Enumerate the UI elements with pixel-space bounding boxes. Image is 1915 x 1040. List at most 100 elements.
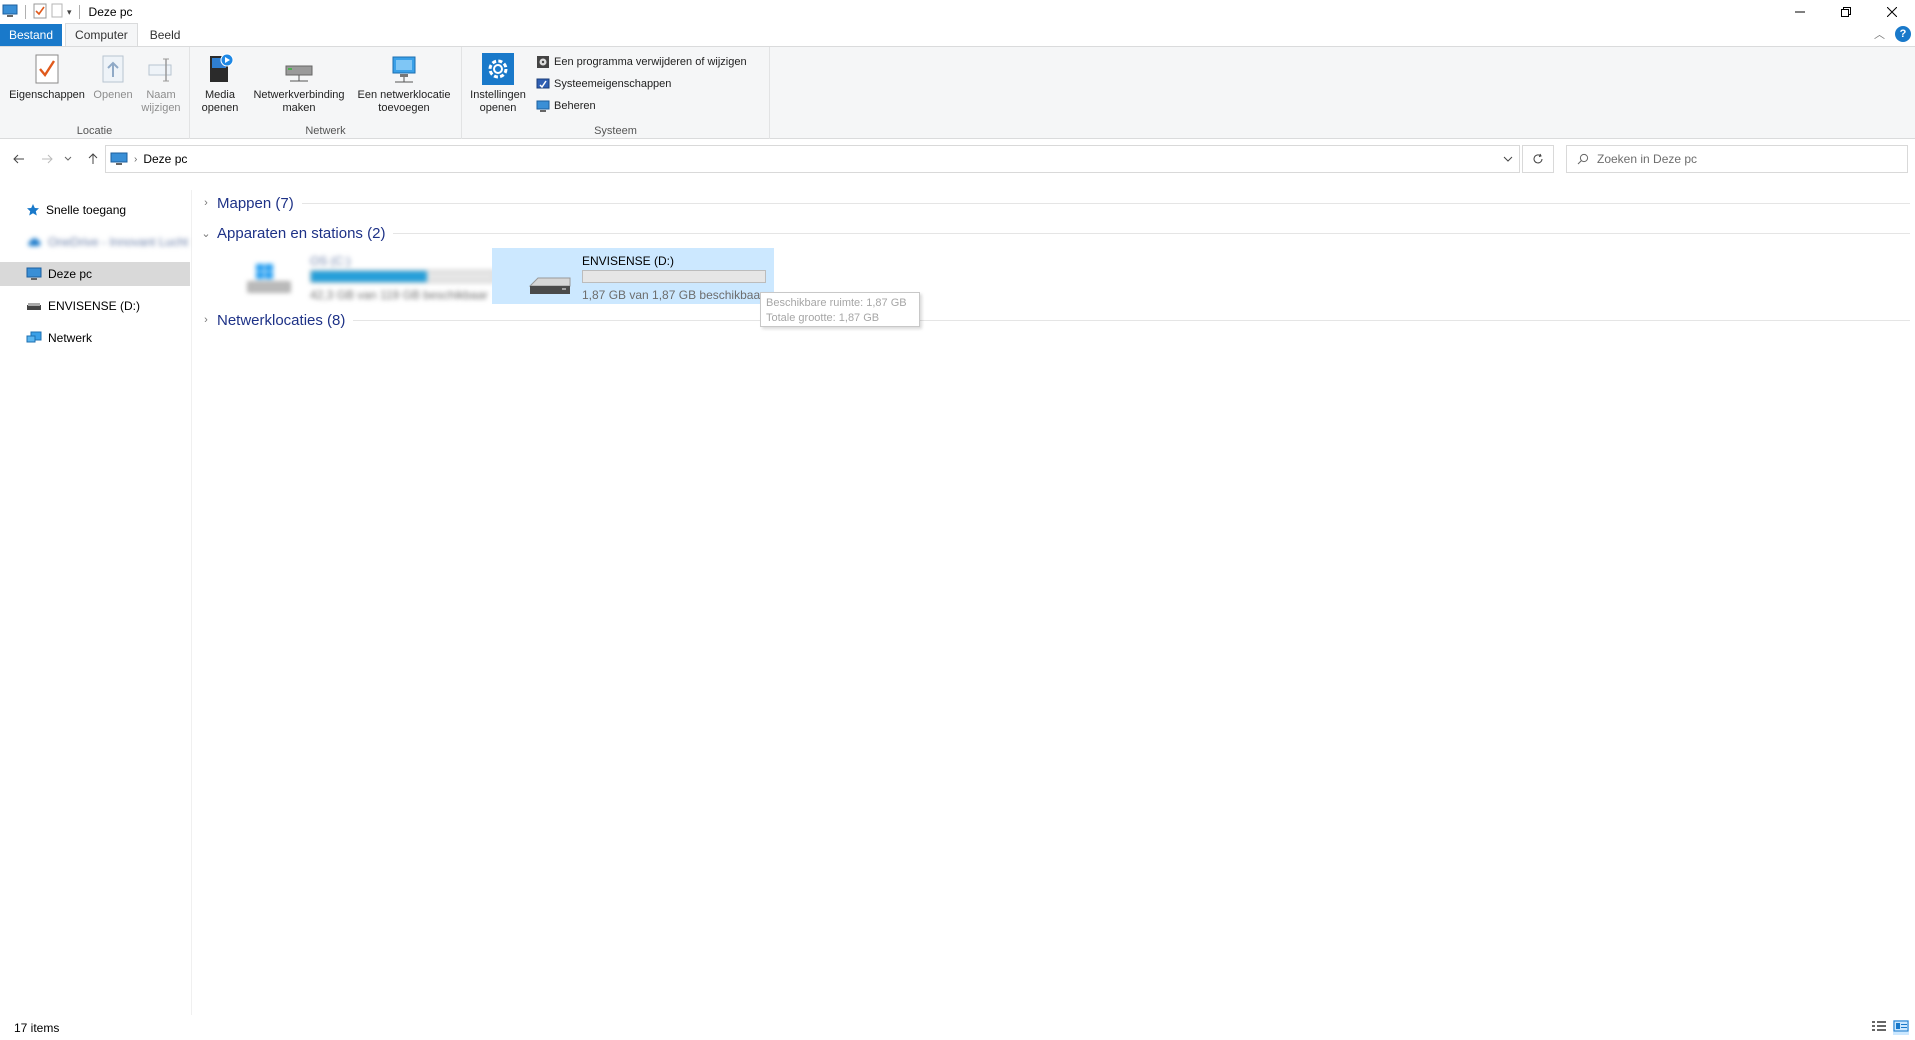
restore-icon <box>1841 7 1851 17</box>
instellingen-line2: openen <box>479 102 517 114</box>
up-arrow-icon <box>88 153 98 164</box>
media-server-icon <box>203 51 237 87</box>
drive-info: 1,87 GB van 1,87 GB beschikbaar <box>582 288 765 302</box>
chevron-right-icon[interactable]: › <box>198 197 214 209</box>
up-button[interactable] <box>83 149 103 169</box>
title-bar: ▾ Deze pc <box>0 0 1915 24</box>
drive-name: OS (C:) <box>310 254 351 268</box>
netwerkverbinding-line1: Netwerkverbinding <box>253 89 345 101</box>
chevron-down-icon <box>1503 156 1513 162</box>
tooltip-line2: Totale grootte: 1,87 GB <box>766 312 880 324</box>
section-title: Netwerklocaties (8) <box>217 311 346 329</box>
customize-qat-chevron-icon[interactable]: ▾ <box>67 7 72 18</box>
netwerklocatie-line2: toevoegen <box>378 102 430 114</box>
navigation-bar: › Deze pc <box>0 145 1915 173</box>
removable-drive-icon <box>528 277 571 294</box>
nav-item-deze-pc[interactable]: Deze pc <box>0 262 190 286</box>
naam-wijzigen-button[interactable]: Naam wijzigen <box>136 51 186 115</box>
section-title: Mappen (7) <box>217 194 294 212</box>
beheren-button[interactable]: Beheren <box>536 97 596 115</box>
chevron-down-icon <box>64 156 72 161</box>
openen-label: Openen <box>93 89 133 101</box>
systeemeigenschappen-button[interactable]: Systeemeigenschappen <box>536 75 671 93</box>
nav-item-snelle-toegang[interactable]: Snelle toegang <box>0 198 190 222</box>
netwerklocatie-line1: Een netwerklocatie <box>357 89 451 101</box>
new-folder-icon[interactable] <box>51 3 63 21</box>
refresh-button[interactable] <box>1522 145 1554 173</box>
minimize-button[interactable] <box>1777 0 1823 24</box>
media-openen-button[interactable]: Media openen <box>196 51 244 115</box>
chevron-down-icon[interactable]: ⌄ <box>198 227 214 240</box>
network-icon <box>26 331 42 343</box>
section-netwerklocaties[interactable]: › Netwerklocaties (8) <box>198 309 1910 331</box>
nav-item-netwerk[interactable]: Netwerk <box>0 326 190 350</box>
close-button[interactable] <box>1869 0 1915 24</box>
group-label-locatie: Locatie <box>76 125 113 137</box>
eigenschappen-label: Eigenschappen <box>9 89 85 101</box>
add-network-location-icon <box>387 51 421 87</box>
search-box[interactable] <box>1566 145 1908 173</box>
group-label-systeem: Systeem <box>594 125 637 137</box>
open-icon <box>96 51 130 87</box>
drive-usage-bar <box>582 270 766 283</box>
tab-bestand[interactable]: Bestand <box>0 24 63 46</box>
recent-locations-button[interactable] <box>62 149 74 169</box>
tooltip-line1: Beschikbare ruimte: 1,87 GB <box>766 297 907 309</box>
instellingen-openen-button[interactable]: Instellingen openen <box>468 51 528 115</box>
properties-icon[interactable] <box>33 3 47 22</box>
nav-label: ENVISENSE (D:) <box>48 299 141 313</box>
nav-item-envisense[interactable]: ENVISENSE (D:) <box>0 294 190 318</box>
naam-line1: Naam <box>146 89 176 101</box>
window-title: Deze pc <box>88 5 133 19</box>
star-icon <box>27 204 39 216</box>
netwerklocatie-toevoegen-button[interactable]: Een netwerklocatie toevoegen <box>352 51 456 115</box>
drive-usage-fill <box>311 271 428 282</box>
drive-usage-bar <box>310 270 494 283</box>
restore-button[interactable] <box>1823 0 1869 24</box>
nav-label: Deze pc <box>48 267 93 281</box>
rename-icon <box>144 51 178 87</box>
help-icon[interactable]: ? <box>1895 26 1911 42</box>
group-netwerk: Media openen Netwerkverbinding maken Een… <box>190 47 462 139</box>
openen-button[interactable]: Openen <box>88 51 138 102</box>
nav-label: OneDrive - Innovant Lucht <box>48 235 189 249</box>
beheren-label: Beheren <box>554 100 596 112</box>
ribbon-tabs: Bestand Computer Beeld <box>0 23 1915 46</box>
system-properties-icon <box>536 78 550 89</box>
refresh-icon <box>1533 153 1543 164</box>
systeemeigenschappen-label: Systeemeigenschappen <box>554 78 672 90</box>
address-bar[interactable]: › Deze pc <box>105 145 1520 173</box>
minimize-icon <box>1795 11 1805 13</box>
tab-computer[interactable]: Computer <box>65 23 138 46</box>
drive-tile-d[interactable]: ENVISENSE (D:) 1,87 GB van 1,87 GB besch… <box>492 248 774 304</box>
back-button[interactable] <box>9 149 29 169</box>
details-view-button[interactable] <box>1871 1020 1887 1035</box>
chevron-right-icon[interactable]: › <box>198 314 214 326</box>
settings-gear-icon <box>481 51 515 87</box>
drive-tooltip: Beschikbare ruimte: 1,87 GB Totale groot… <box>760 292 920 327</box>
breadcrumb-deze-pc[interactable]: Deze pc <box>143 152 187 166</box>
nav-label: Netwerk <box>48 331 93 345</box>
address-dropdown-button[interactable] <box>1503 152 1513 166</box>
programma-verwijderen-button[interactable]: Een programma verwijderen of wijzigen <box>536 53 747 71</box>
group-label-netwerk: Netwerk <box>305 125 346 137</box>
forward-button[interactable] <box>37 149 57 169</box>
breadcrumb-separator-icon[interactable]: › <box>134 154 137 165</box>
collapse-ribbon-icon[interactable]: ︿ <box>1874 26 1885 42</box>
drive-tile-c[interactable]: OS (C:) 42,3 GB van 119 GB beschikbaar <box>210 248 494 304</box>
tiles-view-button[interactable] <box>1893 1020 1909 1035</box>
drive-name: ENVISENSE (D:) <box>582 254 675 268</box>
section-mappen[interactable]: › Mappen (7) <box>198 192 1910 214</box>
search-input[interactable] <box>1597 152 1897 166</box>
computer-icon[interactable] <box>2 4 18 21</box>
properties-icon <box>30 51 64 87</box>
eigenschappen-button[interactable]: Eigenschappen <box>6 51 88 102</box>
nav-item-onedrive[interactable]: OneDrive - Innovant Lucht <box>0 230 190 254</box>
netwerkverbinding-maken-button[interactable]: Netwerkverbinding maken <box>248 51 350 115</box>
tab-beeld[interactable]: Beeld <box>141 24 190 46</box>
windows-drive-icon <box>247 264 291 293</box>
drive-info: 42,3 GB van 119 GB beschikbaar <box>310 288 488 302</box>
manage-computer-icon <box>536 100 550 112</box>
section-apparaten[interactable]: ⌄ Apparaten en stations (2) <box>198 222 1910 244</box>
uninstall-program-icon <box>537 56 549 68</box>
